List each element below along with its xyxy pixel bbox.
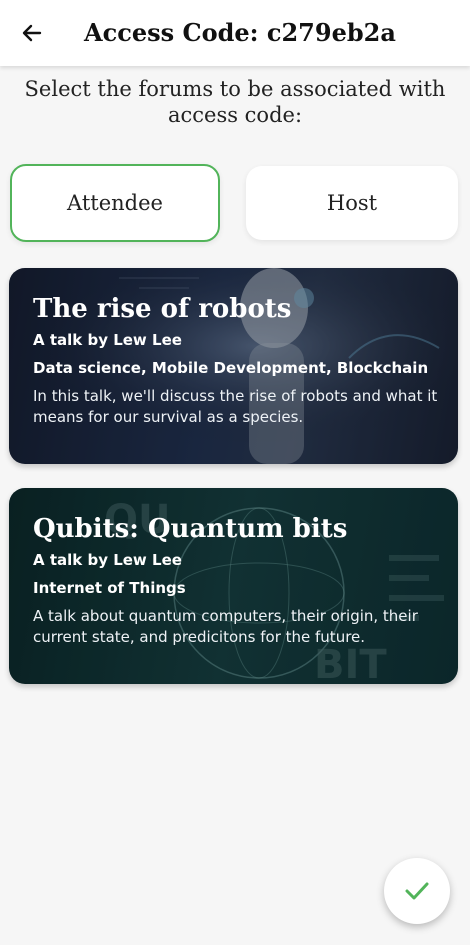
role-attendee-label: Attendee bbox=[67, 191, 163, 215]
role-host-label: Host bbox=[326, 191, 378, 215]
talk-speaker: A talk by Lew Lee bbox=[33, 331, 182, 349]
talk-tags: Internet of Things bbox=[33, 579, 186, 597]
talk-title: The rise of robots bbox=[33, 294, 292, 324]
role-attendee-button[interactable]: Attendee bbox=[10, 164, 220, 242]
page-title: Access Code: c279eb2a bbox=[84, 18, 396, 47]
talk-title: Qubits: Quantum bits bbox=[33, 514, 348, 544]
talk-description: A talk about quantum computers, their or… bbox=[33, 607, 418, 646]
talk-card[interactable]: The rise of robots A talk by Lew Lee Dat… bbox=[9, 268, 458, 464]
back-button[interactable] bbox=[16, 17, 48, 49]
app-bar: Access Code: c279eb2a bbox=[0, 0, 470, 66]
talk-description: In this talk, we'll discuss the rise of … bbox=[33, 387, 438, 426]
talk-card[interactable]: QU BIT Qubits: Quantum bits A talk by Le… bbox=[9, 488, 458, 684]
instruction-text: Select the forums to be associated with … bbox=[24, 77, 446, 127]
check-icon bbox=[405, 882, 429, 900]
arrow-left-icon bbox=[22, 24, 42, 42]
confirm-button[interactable] bbox=[384, 858, 450, 924]
role-host-button[interactable]: Host bbox=[246, 166, 458, 240]
talk-tags: Data science, Mobile Development, Blockc… bbox=[33, 359, 429, 377]
talk-card-content: The rise of robots A talk by Lew Lee Dat… bbox=[33, 294, 440, 428]
talk-speaker: A talk by Lew Lee bbox=[33, 551, 182, 569]
talk-card-content: Qubits: Quantum bits A talk by Lew Lee I… bbox=[33, 514, 440, 648]
